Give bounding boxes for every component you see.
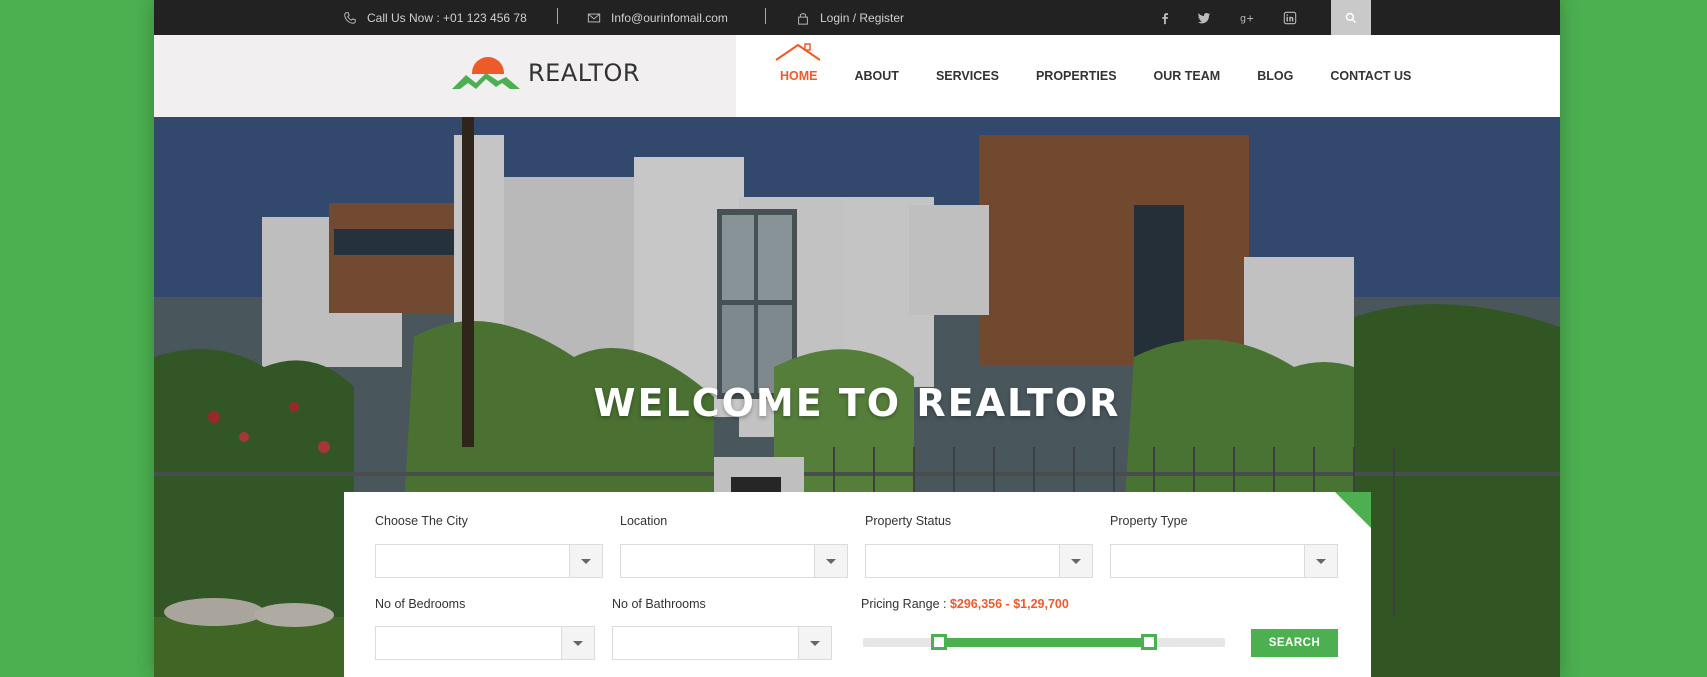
nav-contact-us-label: CONTACT US (1330, 69, 1412, 83)
location-field: Location (620, 514, 667, 528)
nav-home[interactable]: HOME (775, 43, 821, 83)
envelope-icon (587, 13, 601, 22)
login-text: Login / Register (820, 10, 905, 25)
chevron-down-icon (798, 627, 831, 659)
chevron-down-icon (569, 545, 602, 577)
nav-about-label: ABOUT (854, 69, 899, 83)
hero-title: WELCOME TO REALTOR (593, 381, 1121, 425)
logo-text: REALTOR (528, 59, 641, 87)
status-field: Property Status (865, 514, 951, 528)
price-label: Pricing Range : (861, 597, 947, 611)
twitter-icon[interactable] (1193, 0, 1215, 35)
logo-area: REALTOR (154, 35, 736, 117)
logo-mark-icon (450, 57, 522, 93)
phone-text: Call Us Now : +01 123 456 78 (367, 10, 527, 25)
main-nav: HOME ABOUT SERVICES PROPERTIES OUR TEAM … (775, 35, 1448, 117)
nav-blog[interactable]: BLOG (1257, 69, 1293, 83)
nav-our-team[interactable]: OUR TEAM (1154, 69, 1221, 83)
price-range-slider[interactable] (863, 634, 1225, 650)
phone-contact[interactable]: Call Us Now : +01 123 456 78 (343, 0, 527, 35)
nav-blog-label: BLOG (1257, 69, 1294, 83)
price-range-label: Pricing Range : $296,356 - $1,29,700 (861, 597, 1069, 611)
property-status-select[interactable] (865, 544, 1093, 578)
nav-about[interactable]: ABOUT (855, 69, 899, 83)
svg-text:g+: g+ (1240, 13, 1254, 24)
nav-contact-us[interactable]: CONTACT US (1330, 69, 1411, 83)
status-label: Property Status (865, 514, 952, 528)
chevron-down-icon (1304, 545, 1337, 577)
nav-properties[interactable]: PROPERTIES (1036, 69, 1117, 83)
logo[interactable]: REALTOR (450, 53, 640, 93)
price-range-fill (939, 638, 1149, 647)
chevron-down-icon (561, 627, 594, 659)
facebook-icon[interactable] (1154, 0, 1176, 35)
linkedin-icon[interactable] (1279, 0, 1301, 35)
bedrooms-label: No of Bedrooms (375, 597, 466, 611)
type-field: Property Type (1110, 514, 1188, 528)
nav-properties-label: PROPERTIES (1035, 69, 1117, 83)
top-bar: Call Us Now : +01 123 456 78 Info@ourinf… (154, 0, 1560, 35)
nav-services-label: SERVICES (935, 69, 999, 83)
price-value: $296,356 - $1,29,700 (949, 597, 1069, 611)
city-select[interactable] (375, 544, 603, 578)
price-range-field: Pricing Range : $296,356 - $1,29,700 (861, 597, 1069, 611)
price-min-handle[interactable] (931, 634, 947, 650)
home-roof-icon (775, 43, 821, 61)
divider (765, 8, 766, 24)
nav-our-team-label: OUR TEAM (1153, 69, 1221, 83)
bathrooms-label: No of Bathrooms (612, 597, 706, 611)
bedrooms-select[interactable] (375, 626, 595, 660)
type-label: Property Type (1110, 514, 1188, 528)
panel-corner-accent (1335, 492, 1371, 528)
location-label: Location (620, 514, 668, 528)
nav-services[interactable]: SERVICES (936, 69, 999, 83)
search-icon (1345, 12, 1357, 23)
nav-home-label: HOME (780, 69, 818, 83)
email-text: Info@ourinfomail.com (611, 10, 728, 25)
price-max-handle[interactable] (1141, 634, 1157, 650)
chevron-down-icon (814, 545, 847, 577)
bathrooms-select[interactable] (612, 626, 832, 660)
main-header: REALTOR HOME ABOUT SERVICES PROPERTIES O… (154, 35, 1560, 117)
search-submit-button[interactable]: SEARCH (1251, 629, 1338, 657)
divider (557, 8, 558, 24)
city-label: Choose The City (375, 514, 468, 528)
chevron-down-icon (1059, 545, 1092, 577)
page-frame: Call Us Now : +01 123 456 78 Info@ourinf… (154, 0, 1560, 677)
login-register-link[interactable]: Login / Register (796, 0, 904, 35)
property-search-panel: Choose The City Location Property Status… (344, 492, 1371, 677)
lock-icon (798, 12, 808, 25)
bathrooms-field: No of Bathrooms (612, 597, 706, 611)
city-field: Choose The City (375, 514, 468, 528)
location-select[interactable] (620, 544, 848, 578)
bedrooms-field: No of Bedrooms (375, 597, 465, 611)
google-plus-icon[interactable]: g+ (1236, 0, 1258, 35)
email-contact[interactable]: Info@ourinfomail.com (587, 0, 728, 35)
search-button[interactable] (1331, 0, 1371, 35)
property-type-select[interactable] (1110, 544, 1338, 578)
phone-icon (344, 11, 356, 24)
